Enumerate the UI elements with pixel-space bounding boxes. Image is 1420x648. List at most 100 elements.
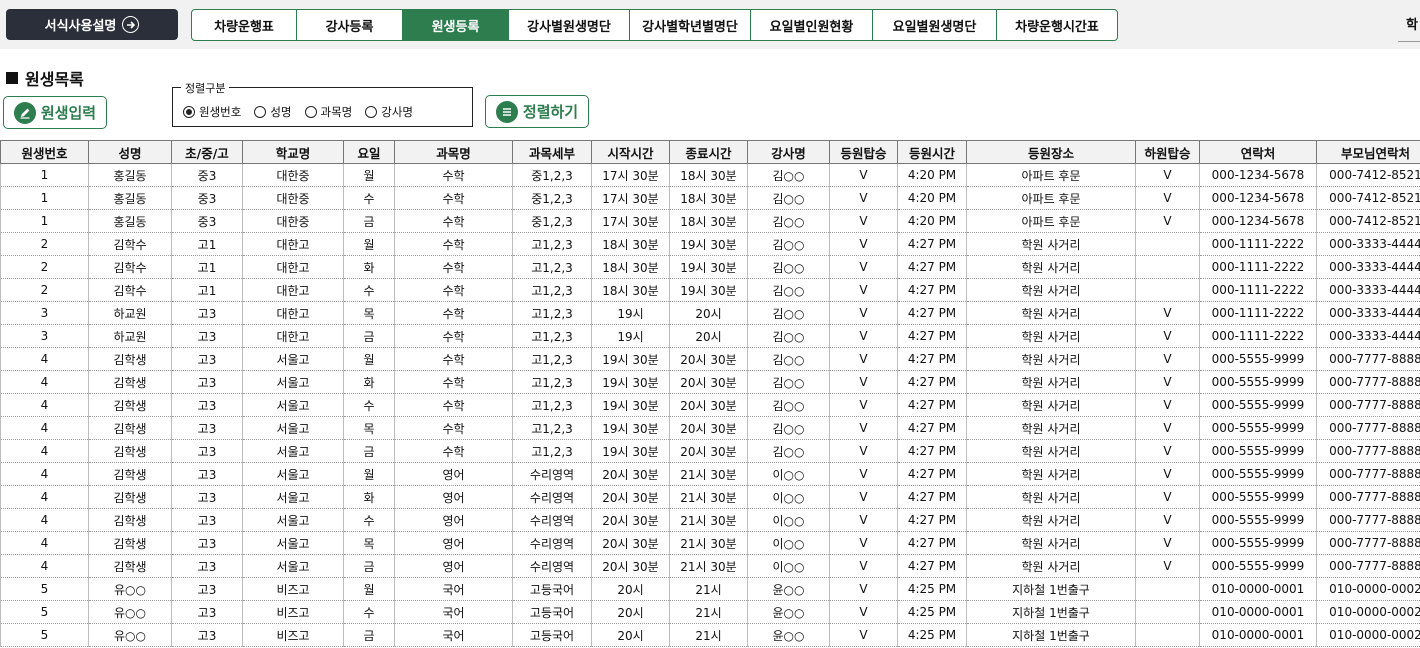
table-cell[interactable]: 4:25 PM bbox=[897, 600, 967, 624]
table-cell[interactable]: 20시 bbox=[591, 623, 670, 647]
table-cell[interactable]: 서울고 bbox=[242, 416, 344, 440]
table-row[interactable]: 1 홍길동 중3 대한중 금 수학 중1,2,3 17시 30분 18시 30분 김○○ V 4:20… bbox=[0, 209, 1420, 233]
table-cell[interactable]: 김학생 bbox=[88, 347, 172, 371]
table-cell[interactable]: 비즈고 bbox=[242, 577, 344, 601]
table-cell[interactable]: 고1,2,3 bbox=[512, 347, 592, 371]
table-cell[interactable]: 지하철 1번출구 bbox=[966, 623, 1136, 647]
table-cell[interactable]: 010-0000-0001 bbox=[1199, 600, 1317, 624]
table-cell[interactable]: 영어 bbox=[394, 462, 513, 486]
table-cell[interactable]: V bbox=[1135, 416, 1200, 440]
table-cell[interactable]: 수리영역 bbox=[512, 554, 592, 578]
table-row[interactable]: 4 김학생 고3 서울고 수 영어 수리영역 20시 30분 21시 30분 이○○ V 4:27 P… bbox=[0, 508, 1420, 532]
table-cell[interactable]: 서울고 bbox=[242, 531, 344, 555]
tab-2[interactable]: 원생등록 bbox=[403, 10, 509, 40]
table-cell[interactable]: 김○○ bbox=[747, 439, 830, 463]
table-cell[interactable]: 고등국어 bbox=[512, 600, 592, 624]
table-cell[interactable]: V bbox=[829, 347, 898, 371]
table-cell[interactable]: 4:20 PM bbox=[897, 186, 967, 210]
table-cell[interactable]: 대한중 bbox=[242, 186, 344, 210]
table-cell[interactable]: 학원 사거리 bbox=[966, 370, 1136, 394]
table-cell[interactable]: 고3 bbox=[171, 462, 243, 486]
table-cell[interactable]: V bbox=[829, 554, 898, 578]
table-cell[interactable] bbox=[1135, 577, 1200, 601]
table-cell[interactable]: 1 bbox=[0, 209, 89, 233]
table-cell[interactable]: 고등국어 bbox=[512, 577, 592, 601]
table-row[interactable]: 1 홍길동 중3 대한중 월 수학 중1,2,3 17시 30분 18시 30분 김○○ V 4:20… bbox=[0, 163, 1420, 187]
table-cell[interactable]: 17시 30분 bbox=[591, 186, 670, 210]
table-cell[interactable]: V bbox=[1135, 439, 1200, 463]
sort-option-0[interactable]: 원생번호 bbox=[183, 104, 241, 120]
table-cell[interactable]: 000-5555-9999 bbox=[1199, 508, 1317, 532]
table-cell[interactable]: V bbox=[1135, 186, 1200, 210]
table-cell[interactable]: 대한고 bbox=[242, 301, 344, 325]
table-cell[interactable]: 000-5555-9999 bbox=[1199, 370, 1317, 394]
table-cell[interactable]: 목 bbox=[343, 301, 395, 325]
table-cell[interactable]: 20시 30분 bbox=[591, 508, 670, 532]
table-cell[interactable]: 4:27 PM bbox=[897, 462, 967, 486]
table-cell[interactable]: 4 bbox=[0, 370, 89, 394]
table-row[interactable]: 2 김학수 고1 대한고 화 수학 고1,2,3 18시 30분 19시 30분 김○○ V 4:27… bbox=[0, 255, 1420, 279]
table-cell[interactable]: 2 bbox=[0, 232, 89, 256]
table-cell[interactable]: 학원 사거리 bbox=[966, 485, 1136, 509]
table-cell[interactable]: 학원 사거리 bbox=[966, 439, 1136, 463]
table-cell[interactable]: 학원 사거리 bbox=[966, 232, 1136, 256]
sort-option-2[interactable]: 과목명 bbox=[304, 104, 352, 120]
table-cell[interactable]: V bbox=[829, 416, 898, 440]
table-cell[interactable]: 지하철 1번출구 bbox=[966, 600, 1136, 624]
table-cell[interactable]: 수학 bbox=[394, 301, 513, 325]
table-cell[interactable]: 고3 bbox=[171, 577, 243, 601]
column-header[interactable]: 하원탑승 bbox=[1135, 140, 1200, 164]
table-cell[interactable]: 영어 bbox=[394, 485, 513, 509]
table-cell[interactable]: 서울고 bbox=[242, 485, 344, 509]
table-cell[interactable]: 4:25 PM bbox=[897, 577, 967, 601]
table-cell[interactable]: 000-5555-9999 bbox=[1199, 439, 1317, 463]
table-cell[interactable]: 금 bbox=[343, 324, 395, 348]
table-row[interactable]: 4 김학생 고3 서울고 목 수학 고1,2,3 19시 30분 20시 30분 김○○ V 4:27… bbox=[0, 416, 1420, 440]
table-cell[interactable]: 김학수 bbox=[88, 278, 172, 302]
tab-3[interactable]: 강사별원생명단 bbox=[509, 10, 630, 40]
table-row[interactable]: 4 김학생 고3 서울고 금 수학 고1,2,3 19시 30분 20시 30분 김○○ V 4:27… bbox=[0, 439, 1420, 463]
table-cell[interactable]: 수학 bbox=[394, 163, 513, 187]
table-cell[interactable]: 21시 bbox=[669, 577, 748, 601]
table-cell[interactable]: 20시 30분 bbox=[591, 531, 670, 555]
table-cell[interactable]: 000-5555-9999 bbox=[1199, 485, 1317, 509]
table-cell[interactable]: V bbox=[829, 439, 898, 463]
table-cell[interactable]: 4:25 PM bbox=[897, 623, 967, 647]
table-cell[interactable]: 19시 30분 bbox=[669, 232, 748, 256]
table-cell[interactable]: 수학 bbox=[394, 393, 513, 417]
table-cell[interactable]: 21시 30분 bbox=[669, 508, 748, 532]
table-cell[interactable]: 화 bbox=[343, 370, 395, 394]
table-cell[interactable]: V bbox=[829, 600, 898, 624]
table-cell[interactable]: 유○○ bbox=[88, 600, 172, 624]
table-cell[interactable]: 17시 30분 bbox=[591, 209, 670, 233]
table-cell[interactable]: 20시 30분 bbox=[669, 439, 748, 463]
table-row[interactable]: 5 유○○ 고3 비즈고 월 국어 고등국어 20시 21시 윤○○ V 4:25 PM 지하철 1번출… bbox=[0, 577, 1420, 601]
table-cell[interactable]: 중1,2,3 bbox=[512, 163, 592, 187]
table-cell[interactable]: 비즈고 bbox=[242, 623, 344, 647]
table-cell[interactable]: 000-1111-2222 bbox=[1199, 255, 1317, 279]
table-cell[interactable]: 4:27 PM bbox=[897, 531, 967, 555]
table-cell[interactable]: V bbox=[1135, 301, 1200, 325]
table-cell[interactable]: 고3 bbox=[171, 439, 243, 463]
table-cell[interactable]: 수리영역 bbox=[512, 462, 592, 486]
table-cell[interactable]: 000-1111-2222 bbox=[1199, 232, 1317, 256]
table-cell[interactable]: 학원 사거리 bbox=[966, 416, 1136, 440]
table-cell[interactable]: 홍길동 bbox=[88, 186, 172, 210]
table-cell[interactable]: 20시 30분 bbox=[669, 393, 748, 417]
table-cell[interactable]: 수학 bbox=[394, 347, 513, 371]
table-cell[interactable]: V bbox=[1135, 163, 1200, 187]
table-cell[interactable]: 학원 사거리 bbox=[966, 301, 1136, 325]
table-cell[interactable]: 000-3333-4444 bbox=[1316, 324, 1420, 348]
table-cell[interactable]: 김○○ bbox=[747, 393, 830, 417]
table-cell[interactable]: 금 bbox=[343, 623, 395, 647]
table-cell[interactable]: V bbox=[829, 462, 898, 486]
table-cell[interactable]: 유○○ bbox=[88, 623, 172, 647]
table-cell[interactable]: V bbox=[829, 209, 898, 233]
table-cell[interactable]: 서울고 bbox=[242, 554, 344, 578]
table-row[interactable]: 4 김학생 고3 서울고 화 영어 수리영역 20시 30분 21시 30분 이○○ V 4:27 P… bbox=[0, 485, 1420, 509]
table-cell[interactable]: 고3 bbox=[171, 324, 243, 348]
table-cell[interactable]: 20시 30분 bbox=[591, 462, 670, 486]
table-cell[interactable]: 고3 bbox=[171, 393, 243, 417]
table-cell[interactable]: V bbox=[829, 255, 898, 279]
table-cell[interactable]: 1 bbox=[0, 186, 89, 210]
